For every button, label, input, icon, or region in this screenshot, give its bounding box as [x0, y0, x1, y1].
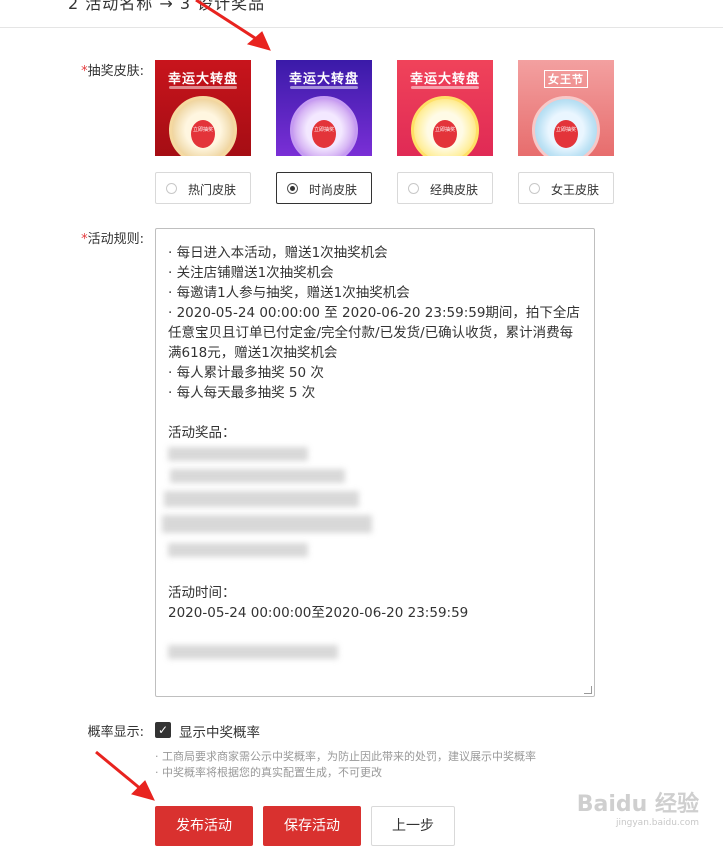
probability-hint: · 中奖概率将根据您的真实配置生成，不可更改: [155, 766, 382, 779]
draw-button-graphic: 立即抽奖: [191, 120, 215, 148]
probability-label: 概率显示:: [87, 725, 144, 740]
resize-handle[interactable]: [584, 686, 592, 694]
skin-preview-queen[interactable]: 女王节 立即抽奖: [518, 60, 614, 156]
rule-line: · 每邀请1人参与抽奖，赠送1次抽奖机会: [168, 285, 410, 301]
skin-preview-fashion[interactable]: 幸运大转盘 立即抽奖: [276, 60, 372, 156]
rule-line: · 每日进入本活动，赠送1次抽奖机会: [168, 245, 388, 261]
skin-preview-classic[interactable]: 幸运大转盘 立即抽奖: [397, 60, 493, 156]
rule-line: · 关注店铺赠送1次抽奖机会: [168, 265, 334, 281]
draw-button-graphic: 立即抽奖: [554, 120, 578, 148]
skin-label: *抽奖皮肤:: [81, 64, 144, 79]
rule-line: · 每人累计最多抽奖 50 次: [168, 365, 324, 381]
skin-preview-hot[interactable]: 幸运大转盘 立即抽奖: [155, 60, 251, 156]
probability-hint: · 工商局要求商家需公示中奖概率，为防止因此带来的处罚，建议展示中奖概率: [155, 750, 536, 763]
show-probability-label[interactable]: 显示中奖概率: [179, 721, 260, 741]
draw-button-graphic: 立即抽奖: [312, 120, 336, 148]
radio-icon: [166, 183, 177, 194]
skin-option-classic[interactable]: 幸运大转盘 立即抽奖 经典皮肤: [397, 60, 493, 204]
blurred-note: [168, 623, 582, 661]
time-value: 2020-05-24 00:00:00至2020-06-20 23:59:59: [168, 605, 469, 621]
skin-radio-hot[interactable]: 热门皮肤: [155, 172, 251, 204]
rule-line: · 2020-05-24 00:00:00 至 2020-06-20 23:59…: [168, 305, 580, 361]
rules-textarea[interactable]: · 每日进入本活动，赠送1次抽奖机会 · 关注店铺赠送1次抽奖机会 · 每邀请1…: [155, 228, 595, 697]
blurred-prize-list: [162, 443, 582, 543]
prizes-title: 活动奖品：: [168, 425, 236, 441]
radio-icon: [408, 183, 419, 194]
draw-button-graphic: 立即抽奖: [433, 120, 457, 148]
skin-radio-fashion[interactable]: 时尚皮肤: [276, 172, 372, 204]
prev-step-button[interactable]: 上一步: [371, 806, 455, 846]
rule-line: · 每人每天最多抽奖 5 次: [168, 385, 316, 401]
skin-option-queen[interactable]: 女王节 立即抽奖 女王皮肤: [518, 60, 614, 204]
skin-option-fashion[interactable]: 幸运大转盘 立即抽奖 时尚皮肤: [276, 60, 372, 204]
time-title: 活动时间：: [168, 585, 236, 601]
baidu-watermark: Baidu 经验 jingyan.baidu.com: [576, 792, 699, 828]
skin-option-hot[interactable]: 幸运大转盘 立即抽奖 热门皮肤: [155, 60, 251, 204]
save-button[interactable]: 保存活动: [263, 806, 361, 846]
radio-selected-icon: [287, 183, 298, 194]
checkbox-checked-icon[interactable]: ✓: [155, 722, 171, 738]
radio-icon: [529, 183, 540, 194]
top-step-strip: 2 活动名称 → 3 设计奖品: [0, 0, 723, 28]
arrow-to-publish-icon: [95, 750, 143, 792]
step-indicator: 2 活动名称 → 3 设计奖品: [68, 0, 266, 13]
arrow-head-icon: [246, 31, 271, 51]
skin-radio-queen[interactable]: 女王皮肤: [518, 172, 614, 204]
skin-radio-classic[interactable]: 经典皮肤: [397, 172, 493, 204]
arrow-head-icon: [131, 780, 155, 801]
rules-label: *活动规则:: [81, 232, 144, 247]
publish-button[interactable]: 发布活动: [155, 806, 253, 846]
